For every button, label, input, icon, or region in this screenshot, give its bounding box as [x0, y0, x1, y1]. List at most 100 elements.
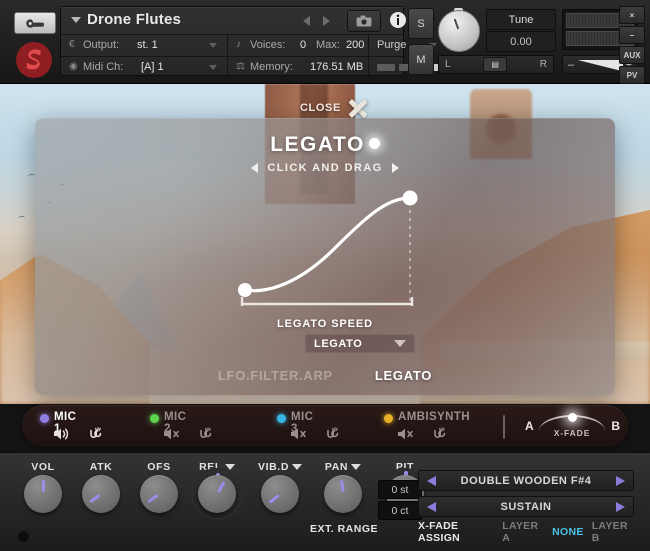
preset-next-arrow-icon[interactable] — [616, 476, 625, 486]
xfade-assign-layer-b[interactable]: LAYER B — [592, 520, 634, 544]
info-icon[interactable] — [388, 10, 408, 30]
curve-handle-end — [402, 190, 418, 206]
output-voices-row: € Output: st. 1 ♪ Voices: 0 Max: 200 Pur… — [61, 35, 437, 57]
legato-speed-select[interactable]: LEGATO — [305, 334, 415, 353]
xfade-assign-none[interactable]: NONE — [552, 526, 584, 538]
knob-ofs-indicator — [146, 493, 159, 504]
output-caret-icon[interactable] — [209, 43, 217, 48]
speaker-mute-icon[interactable] — [397, 427, 417, 446]
patch-name-row: Drone Flutes — [61, 7, 406, 35]
close-window-button[interactable]: × — [619, 6, 645, 24]
knob-rel-indicator — [216, 480, 225, 493]
knob-ofs-text: OFS — [147, 461, 171, 473]
camera-icon[interactable] — [347, 10, 381, 32]
pitch-cents-field[interactable]: 0 ct — [378, 501, 422, 520]
aux-button[interactable]: AUX — [619, 46, 645, 64]
panel-screw — [18, 531, 29, 542]
variation-selector[interactable]: SUSTAIN — [418, 496, 634, 517]
speaker-on-icon[interactable] — [53, 427, 73, 446]
window-controls: × – AUX PV — [619, 6, 645, 86]
chevron-down-icon — [394, 340, 406, 347]
close-overlay-control[interactable]: CLOSE — [300, 93, 390, 123]
knob-vol-indicator — [41, 480, 45, 492]
pan-center-icon: ▤ — [483, 57, 508, 72]
tune-label: Tune — [486, 9, 556, 30]
legato-title-text: LEGATO — [270, 133, 365, 156]
solo-mute-column: S M — [408, 8, 434, 80]
master-tune-knob[interactable] — [438, 8, 480, 52]
chevron-down-icon[interactable] — [292, 464, 303, 470]
xfade-position-indicator[interactable] — [568, 413, 577, 422]
mic-mixer-bar: MIC 1 MIC 2 MIC 3 AMBISYNTH A X-FADE B — [22, 405, 628, 447]
variation-next-arrow-icon[interactable] — [616, 502, 625, 512]
legato-curve-editor[interactable] — [35, 176, 615, 306]
knob-pan-indicator — [339, 479, 345, 493]
midi-icon: ◉ — [69, 61, 78, 72]
output-icon: € — [69, 39, 75, 50]
knob-vol[interactable]: VOL — [24, 461, 62, 513]
tune-value[interactable]: 0.00 — [486, 31, 556, 52]
midi-caret-icon[interactable] — [209, 65, 217, 70]
speaker-mute-icon[interactable] — [163, 427, 183, 446]
output-cell[interactable]: € Output: st. 1 — [61, 35, 228, 56]
close-x-icon[interactable] — [345, 95, 371, 121]
knob-vibd-indicator — [268, 494, 280, 504]
active-dot-indicator[interactable] — [368, 138, 380, 149]
midi-cell[interactable]: ◉ Midi Ch: [A] 1 — [61, 57, 228, 78]
mic-1-controls — [53, 427, 106, 446]
xfade-assign-caption: X-FADE ASSIGN — [418, 520, 461, 544]
link-icon[interactable] — [86, 427, 106, 446]
preset-prev-arrow-icon[interactable] — [427, 476, 436, 486]
xfade-b-label: B — [611, 419, 620, 433]
knob-vibd[interactable]: VIB.D — [258, 461, 303, 513]
tab-lfo-filter-arp[interactable]: LFO.FILTER.ARP — [218, 368, 333, 383]
speaker-mute-icon[interactable] — [290, 427, 310, 446]
ambisynth-label: AMBISYNTH — [398, 411, 470, 423]
minimize-window-button[interactable]: – — [619, 26, 645, 44]
chevron-down-icon[interactable] — [351, 464, 362, 470]
spitfire-s-logo — [14, 40, 54, 80]
instrument-caret-icon[interactable] — [71, 17, 81, 23]
xfade-control[interactable]: A X-FADE B — [522, 411, 622, 443]
articulation-selector[interactable]: DOUBLE WOODEN F#4 — [418, 470, 634, 491]
memory-icon: ⚖ — [236, 61, 245, 72]
purge-cell[interactable]: Purge — [369, 35, 437, 56]
triangle-right-icon[interactable] — [391, 163, 399, 173]
knob-row: VOL ATK OFS REL VIB.D PAN PIT — [12, 457, 431, 551]
xfade-assign-layer-a[interactable]: LAYER A — [502, 520, 544, 544]
wrench-icon[interactable] — [14, 12, 56, 34]
prev-arrow-icon[interactable] — [303, 16, 310, 26]
knob-atk-text: ATK — [89, 461, 113, 473]
link-icon[interactable] — [323, 427, 343, 446]
mute-button[interactable]: M — [408, 44, 434, 75]
voices-cell: ♪ Voices: 0 Max: 200 — [228, 35, 369, 56]
tab-legato[interactable]: LEGATO — [375, 368, 432, 383]
pan-slider[interactable]: L ▤ R — [438, 55, 554, 74]
knob-pan[interactable]: PAN — [324, 461, 362, 513]
xfade-assign-row: X-FADE ASSIGN LAYER A NONE LAYER B — [418, 520, 634, 544]
legato-panel: LEGATO CLICK AND DRAG LEGATO SPEED LEGAT… — [35, 118, 615, 395]
variation-prev-arrow-icon[interactable] — [427, 502, 436, 512]
knob-rel[interactable]: REL — [191, 461, 243, 520]
knob-atk[interactable]: ATK — [82, 461, 120, 513]
next-arrow-icon[interactable] — [323, 16, 330, 26]
ambisynth-controls — [397, 427, 450, 446]
link-icon[interactable] — [430, 427, 450, 446]
solo-button[interactable]: S — [408, 8, 434, 39]
triangle-left-icon[interactable] — [251, 163, 259, 173]
mic-2-controls — [163, 427, 216, 446]
preset-selectors: DOUBLE WOODEN F#4 SUSTAIN — [418, 470, 634, 522]
knob-ofs[interactable]: OFS — [140, 461, 178, 513]
mic-led-icon — [277, 414, 286, 423]
knob-atk-label: ATK — [90, 461, 113, 473]
ext-range-label: EXT. RANGE — [310, 523, 379, 535]
pitch-semitones-field[interactable]: 0 st — [378, 480, 422, 499]
knob-pan-text: PAN — [324, 461, 349, 473]
voices-label: Voices: — [250, 39, 286, 51]
variation-label: SUSTAIN — [500, 500, 552, 513]
midi-value: [A] 1 — [141, 61, 164, 73]
pv-button[interactable]: PV — [619, 66, 645, 84]
link-icon[interactable] — [196, 427, 216, 446]
brand-column — [4, 4, 60, 80]
mic-led-icon — [384, 414, 393, 423]
